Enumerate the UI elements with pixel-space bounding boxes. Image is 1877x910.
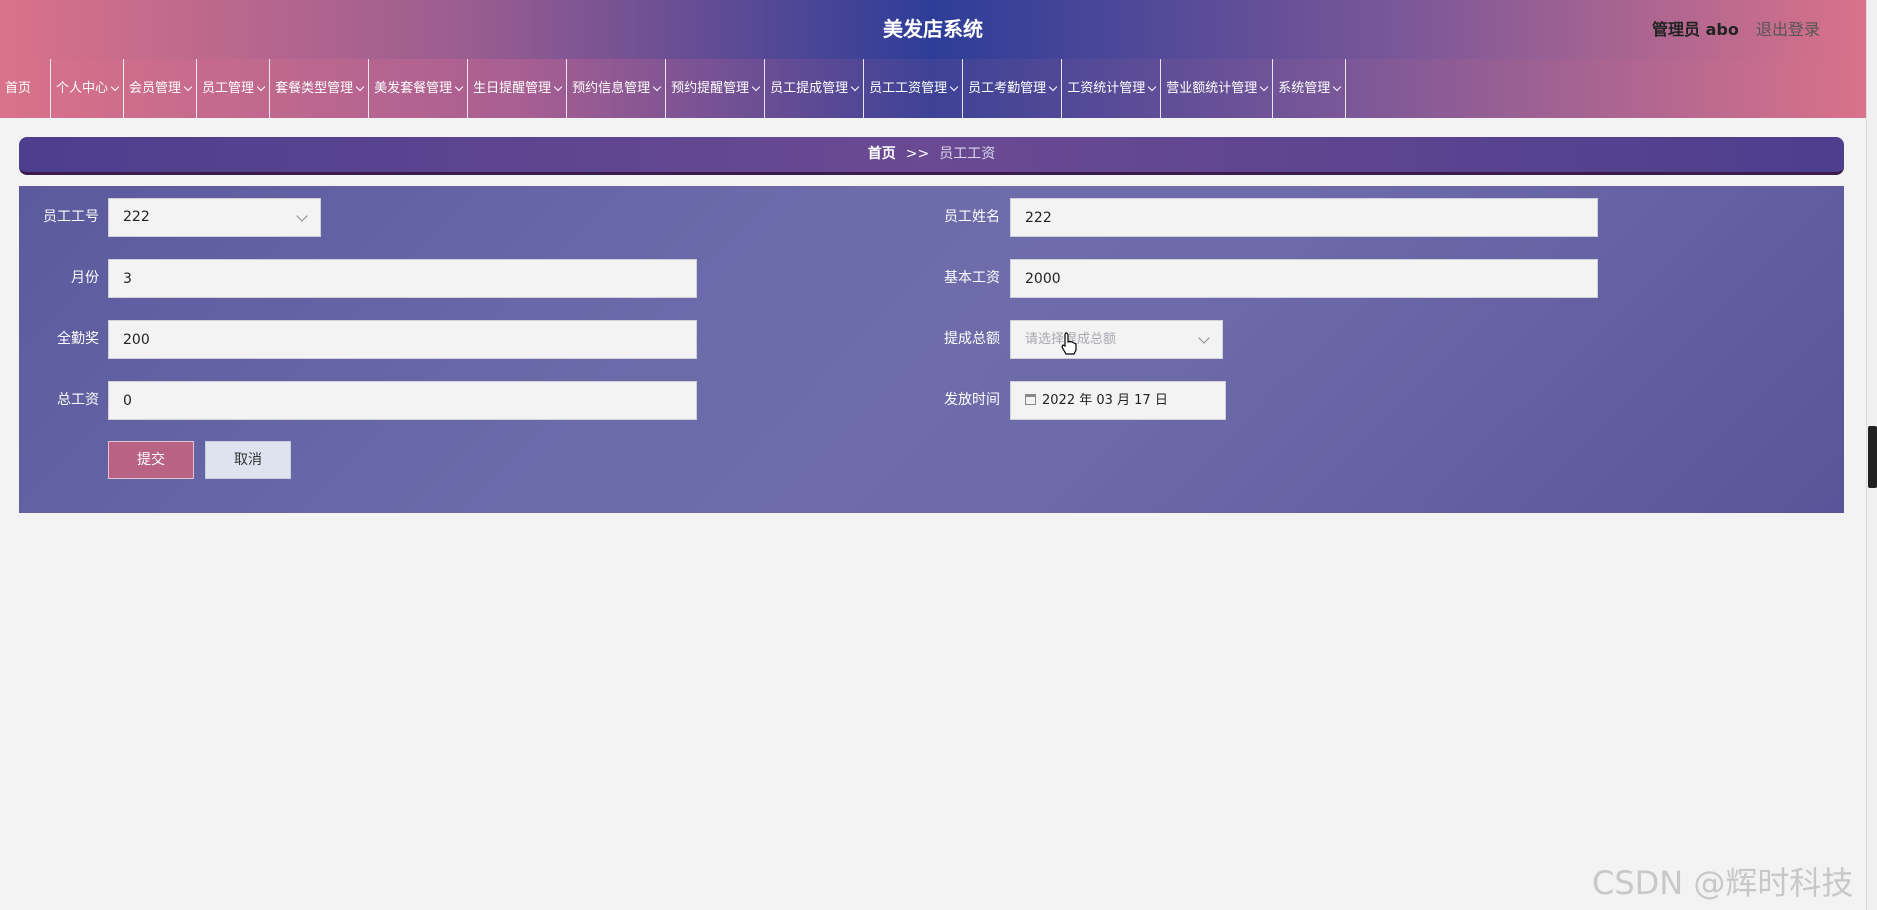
cancel-button[interactable]: 取消 [205,441,291,479]
nav-item-13[interactable]: 营业额统计管理 [1161,59,1274,118]
chevron-down-icon [1048,82,1058,92]
pay-date-label: 发放时间 [944,392,1000,408]
nav-item-label: 员工提成管理 [770,81,849,96]
current-user: 管理员 abo [1652,20,1739,39]
nav-item-8[interactable]: 预约提醒管理 [666,59,766,118]
app-title: 美发店系统 [883,17,983,41]
nav-item-label: 营业额统计管理 [1166,81,1258,96]
employee-id-select[interactable]: 222 [108,198,321,237]
employee-name-label: 员工姓名 [944,209,1000,225]
nav-item-label: 员工管理 [202,81,255,96]
salary-form: 员工工号 222 员工姓名 月份 基本工资 全勤奖 提成总额 请选择提成总额 总… [19,186,1844,513]
chevron-down-icon [850,82,860,92]
pay-date-picker[interactable]: 2022 年 03 月 17 日 [1010,381,1226,420]
month-input[interactable] [108,259,697,298]
top-header: 美发店系统 管理员 abo 退出登录 [0,0,1866,59]
chevron-down-icon [553,82,563,92]
chevron-down-icon [183,82,193,92]
nav-item-label: 工资统计管理 [1067,81,1146,96]
attendance-bonus-input[interactable] [108,320,697,359]
nav-item-9[interactable]: 员工提成管理 [765,59,865,118]
breadcrumb-home[interactable]: 首页 [868,146,896,162]
employee-id-label: 员工工号 [43,209,99,225]
nav-item-6[interactable]: 生日提醒管理 [468,59,568,118]
chevron-down-icon [355,82,365,92]
chevron-down-icon [1259,82,1269,92]
chevron-down-icon [1332,82,1342,92]
calendar-icon [1025,394,1036,405]
chevron-down-icon [1147,82,1157,92]
nav-item-label: 会员管理 [129,81,182,96]
base-salary-label: 基本工资 [944,270,1000,286]
nav-item-4[interactable]: 套餐类型管理 [270,59,370,118]
chevron-down-icon [110,82,120,92]
nav-item-label: 首页 [5,81,32,96]
chevron-down-icon [296,210,308,222]
nav-item-14[interactable]: 系统管理 [1273,59,1347,118]
main-nav: 首页 个人中心 会员管理 员工管理 套餐类型管理 美发套餐管理 生日提醒管理 预约信息管理 预约… [0,59,1866,118]
nav-item-label: 美发套餐管理 [374,81,453,96]
nav-item-1[interactable]: 个人中心 [51,59,125,118]
chevron-down-icon [256,82,266,92]
nav-item-3[interactable]: 员工管理 [197,59,271,118]
watermark: CSDN @辉时科技 [1592,864,1854,902]
nav-item-label: 预约信息管理 [572,81,651,96]
submit-button[interactable]: 提交 [108,441,194,479]
nav-item-label: 个人中心 [56,81,109,96]
base-salary-input[interactable] [1010,259,1598,298]
nav-item-2[interactable]: 会员管理 [124,59,198,118]
breadcrumb: 首页 >> 员工工资 [19,137,1844,175]
employee-name-input[interactable] [1010,198,1598,237]
chevron-down-icon [652,82,662,92]
commission-total-select[interactable]: 请选择提成总额 [1010,320,1223,359]
logout-link[interactable]: 退出登录 [1756,0,1820,59]
chevron-down-icon [1198,332,1210,344]
hand-cursor-icon [1061,332,1077,355]
nav-item-label: 生日提醒管理 [473,81,552,96]
attendance-bonus-label: 全勤奖 [57,331,99,347]
nav-item-0[interactable]: 首页 [0,59,52,118]
total-salary-input[interactable] [108,381,697,420]
pay-date-value: 2022 年 03 月 17 日 [1042,393,1168,408]
total-salary-label: 总工资 [57,392,99,408]
nav-item-10[interactable]: 员工工资管理 [864,59,964,118]
scrollbar-thumb[interactable] [1868,426,1877,488]
nav-item-7[interactable]: 预约信息管理 [567,59,667,118]
chevron-down-icon [949,82,959,92]
nav-item-label: 员工工资管理 [869,81,948,96]
breadcrumb-current: 员工工资 [939,146,996,162]
nav-item-label: 系统管理 [1278,81,1331,96]
nav-item-5[interactable]: 美发套餐管理 [369,59,469,118]
nav-item-label: 员工考勤管理 [968,81,1047,96]
chevron-down-icon [454,82,464,92]
nav-item-12[interactable]: 工资统计管理 [1062,59,1162,118]
chevron-down-icon [751,82,761,92]
nav-item-label: 预约提醒管理 [671,81,750,96]
nav-item-label: 套餐类型管理 [275,81,354,96]
breadcrumb-separator: >> [905,146,930,162]
month-label: 月份 [71,270,99,286]
employee-id-value: 222 [123,209,150,225]
commission-total-label: 提成总额 [944,331,1000,347]
nav-item-11[interactable]: 员工考勤管理 [963,59,1063,118]
